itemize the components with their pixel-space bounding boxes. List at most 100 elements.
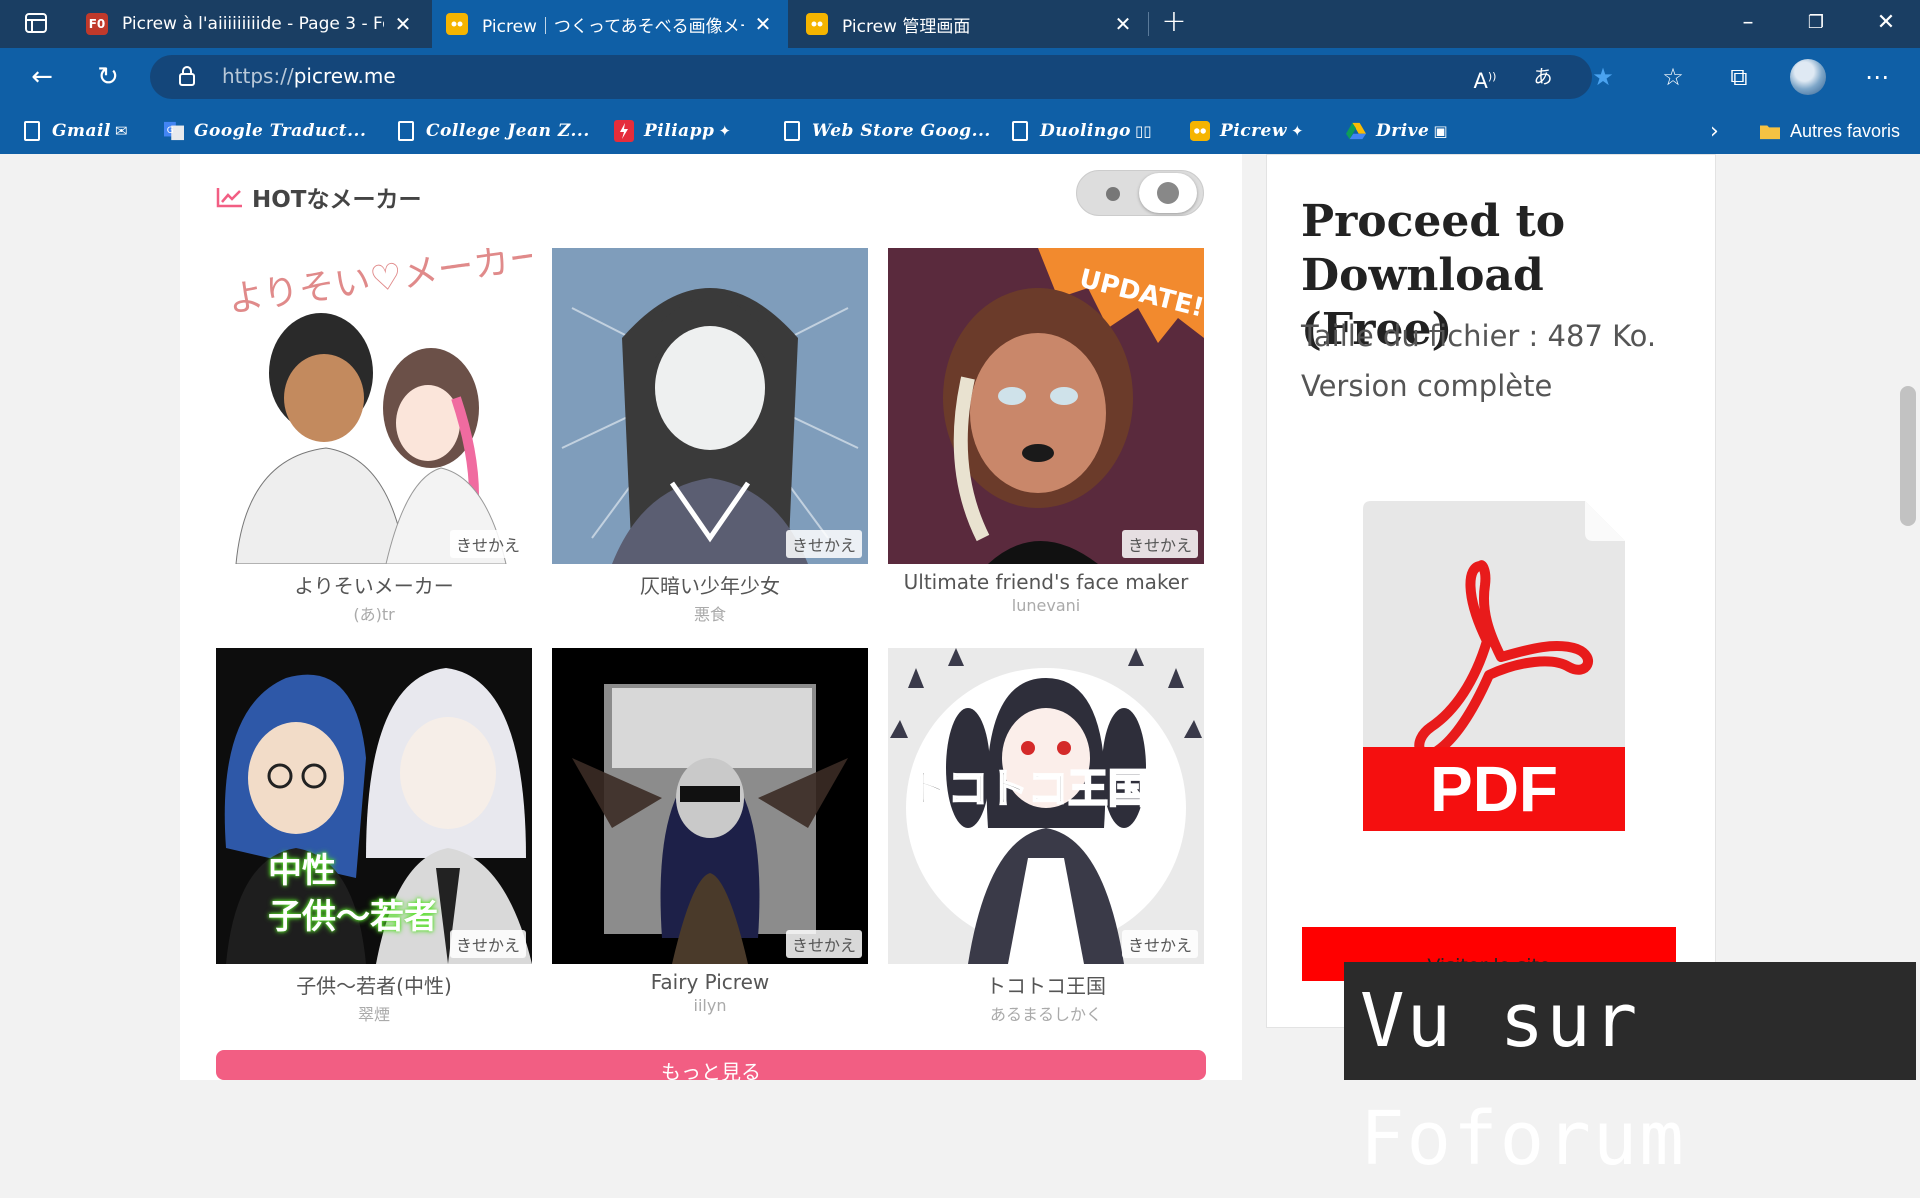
pdf-file-icon: PDF	[1363, 501, 1625, 831]
dress-up-tag: きせかえ	[785, 930, 862, 958]
translate-icon[interactable]: あ	[1528, 63, 1558, 91]
url-text[interactable]: https://picrew.me	[222, 64, 396, 88]
maker-thumbnail[interactable]: きせかえ	[552, 648, 868, 964]
maker-author[interactable]: iilyn	[552, 996, 868, 1015]
maker-image-girl	[552, 248, 868, 564]
lock-icon	[179, 66, 195, 86]
tab-picrew-admin[interactable]: Picrew 管理画面 ✕	[792, 0, 1148, 48]
maker-thumbnail[interactable]: きせかえ	[552, 248, 868, 564]
tab-title: Picrew｜つくってあそべる画像メーカー	[482, 16, 744, 37]
maker-card[interactable]: 中性 子供〜若者 きせかえ 子供〜若者(中性) 翠煙	[216, 648, 532, 1025]
bookmark-gmail[interactable]: Gmail ✉	[22, 118, 128, 144]
maker-name[interactable]: 仄暗い少年少女	[552, 570, 868, 599]
maker-thumbnail[interactable]: 中性 子供〜若者 きせかえ	[216, 648, 532, 964]
maker-author[interactable]: (あ)tr	[216, 601, 532, 625]
favorite-star-icon[interactable]: ★	[1588, 63, 1618, 91]
dress-up-tag: きせかえ	[449, 530, 526, 558]
maker-name[interactable]: よりそいメーカー	[216, 570, 532, 599]
maker-thumbnail[interactable]: UPDATE!!! きせかえ	[888, 248, 1204, 564]
maker-card[interactable]: きせかえ Fairy Picrew iilyn	[552, 648, 868, 1015]
scrollbar-thumb[interactable]	[1900, 386, 1916, 526]
minimize-icon[interactable]: –	[1728, 8, 1768, 38]
maker-author[interactable]: 翠煙	[216, 1001, 532, 1025]
toggle-knob[interactable]	[1139, 173, 1197, 213]
maker-name[interactable]: Fairy Picrew	[552, 970, 868, 994]
maker-author[interactable]: lunevani	[888, 596, 1204, 615]
scrollbar[interactable]	[1896, 154, 1920, 1080]
pdf-label: PDF	[1430, 753, 1558, 825]
maker-image-couple: よりそい♡メーカー	[216, 248, 532, 564]
maker-card[interactable]: トコトコ王国 きせかえ トコトコ王国 あるまるしかく	[888, 648, 1204, 1025]
picrew-favicon-icon	[806, 13, 828, 35]
ad-file-size: Taille du fichier : 487 Ko.	[1301, 319, 1657, 353]
page-icon	[1010, 120, 1030, 142]
thumb-heading: トコトコ王国	[907, 765, 1149, 813]
tab-separator	[1148, 12, 1149, 36]
back-icon[interactable]: ←	[24, 60, 60, 94]
maker-name[interactable]: 子供〜若者(中性)	[216, 970, 532, 999]
maker-image-fairy	[552, 648, 868, 964]
bookmark-other-favorites[interactable]: Autres favoris	[1760, 118, 1900, 144]
tab-strip: F0 Picrew à l'aiiiiiiiiide - Page 3 - Fo…	[0, 0, 1920, 48]
maker-card[interactable]: UPDATE!!! きせかえ Ultimate friend's face ma…	[888, 248, 1204, 615]
dress-up-tag: きせかえ	[1121, 530, 1198, 558]
profile-avatar[interactable]	[1790, 59, 1826, 95]
tab-fof[interactable]: F0 Picrew à l'aiiiiiiiiide - Page 3 - Fo…	[72, 0, 428, 48]
refresh-icon[interactable]: ↻	[90, 60, 126, 94]
dress-up-tag: きせかえ	[1121, 930, 1198, 958]
close-icon[interactable]: ✕	[752, 12, 774, 36]
restore-icon[interactable]: ❐	[1796, 8, 1836, 38]
see-more-button[interactable]: もっと見る	[216, 1050, 1206, 1080]
language-filter-toggle[interactable]	[1076, 170, 1204, 216]
bookmark-college[interactable]: College Jean Z...	[396, 118, 590, 144]
maker-author[interactable]: 悪食	[552, 601, 868, 625]
maker-thumbnail[interactable]: よりそい♡メーカー きせかえ	[216, 248, 532, 564]
close-icon[interactable]: ✕	[1112, 12, 1134, 36]
picrew-favicon-icon	[446, 13, 468, 35]
piliapp-icon	[614, 120, 634, 142]
google-translate-icon: G	[164, 120, 184, 142]
collections-icon[interactable]: ⧉	[1722, 60, 1756, 94]
dress-up-tag: きせかえ	[449, 930, 526, 958]
maker-image-face: UPDATE!!!	[888, 248, 1204, 564]
bookmark-drive[interactable]: Drive ▣	[1346, 118, 1448, 144]
read-aloud-icon[interactable]: A))	[1470, 63, 1500, 93]
bookmark-google-translate[interactable]: G Google Traduct...	[164, 118, 366, 144]
tab-picrew[interactable]: Picrew｜つくってあそべる画像メーカー ✕	[432, 0, 788, 48]
bookmarks-bar: Gmail ✉ G Google Traduct... College Jean…	[0, 106, 1920, 154]
tab-title: Picrew 管理画面	[842, 16, 971, 37]
close-window-icon[interactable]: ✕	[1866, 8, 1906, 38]
maker-card[interactable]: よりそい♡メーカー きせかえ よりそいメーカー (あ)tr	[216, 248, 532, 625]
page-icon	[22, 120, 42, 142]
more-menu-icon[interactable]: ⋯	[1860, 60, 1894, 94]
bookmark-duolingo[interactable]: Duolingo ▯▯	[1010, 118, 1151, 144]
maker-author[interactable]: あるまるしかく	[888, 1001, 1204, 1025]
folder-icon	[1760, 120, 1780, 142]
picrew-favicon-icon	[1190, 120, 1210, 142]
new-tab-icon[interactable]: +	[1160, 7, 1188, 38]
bookmark-picrew[interactable]: Picrew ✦	[1190, 118, 1304, 144]
tab-title: Picrew à l'aiiiiiiiiide - Page 3 - Fof	[122, 14, 384, 34]
tab-actions-icon[interactable]	[14, 10, 58, 38]
close-icon[interactable]: ✕	[392, 12, 414, 36]
bookmark-piliapp[interactable]: Piliapp ✦	[614, 118, 731, 144]
trending-chart-icon	[216, 188, 242, 208]
dress-up-tag: きせかえ	[785, 530, 862, 558]
section-title: HOTなメーカー	[216, 180, 422, 214]
chevron-right-icon[interactable]: ›	[1710, 118, 1719, 144]
svg-text:G: G	[167, 126, 174, 136]
bookmark-web-store[interactable]: Web Store Goog...	[782, 118, 991, 144]
favorites-icon[interactable]: ☆	[1656, 60, 1690, 94]
maker-card[interactable]: きせかえ 仄暗い少年少女 悪食	[552, 248, 868, 625]
foforum-favicon-icon: F0	[86, 13, 108, 35]
page-icon	[396, 120, 416, 142]
thumb-heading: 中性 子供〜若者	[268, 851, 438, 937]
navigation-bar: ← ↻ https://picrew.me A)) あ ★ ☆ ⧉ ⋯	[0, 48, 1920, 106]
maker-thumbnail[interactable]: トコトコ王国 きせかえ	[888, 648, 1204, 964]
maker-name[interactable]: トコトコ王国	[888, 970, 1204, 999]
globe-icon	[1157, 182, 1179, 204]
address-bar[interactable]: https://picrew.me A)) あ ★	[150, 55, 1614, 99]
toggle-dot-icon	[1106, 187, 1120, 201]
page-content: HOTなメーカー よりそい♡メーカー きせかえ よりそいメーカー (あ)tr き…	[0, 154, 1920, 1080]
maker-name[interactable]: Ultimate friend's face maker	[888, 570, 1204, 594]
